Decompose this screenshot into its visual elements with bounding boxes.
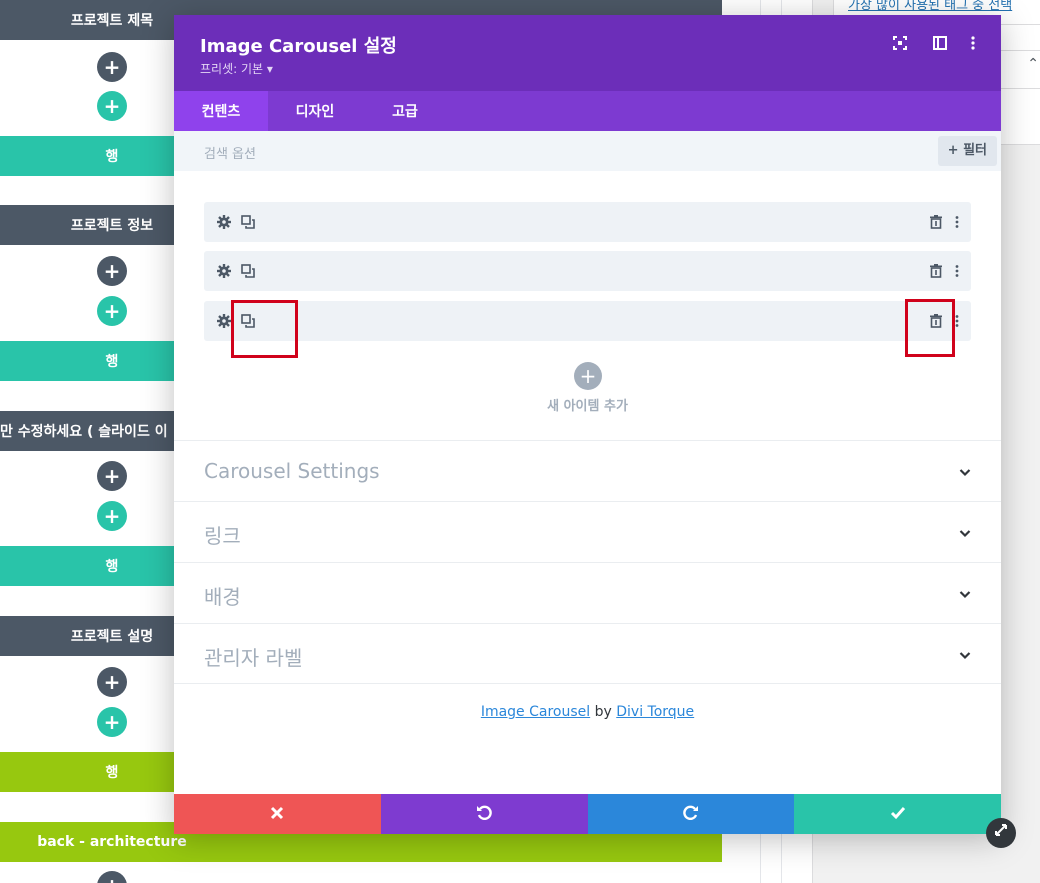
trash-icon[interactable] [928, 263, 944, 279]
tab-advanced[interactable]: 고급 [362, 91, 448, 131]
author-link[interactable]: Divi Torque [616, 704, 694, 720]
most-used-tags-link[interactable]: 가장 많이 사용된 태그 중 선택 [848, 0, 1012, 13]
chevron-up-icon[interactable]: ⌃ [1027, 56, 1039, 72]
duplicate-icon[interactable] [240, 263, 256, 279]
duplicate-icon[interactable] [240, 214, 256, 230]
add-module-button[interactable]: + [97, 52, 127, 82]
redo-icon [683, 804, 699, 825]
trash-icon[interactable] [928, 214, 944, 230]
toggle-link[interactable]: 링크 [174, 501, 1001, 562]
section-title: 관리자 라벨 [204, 646, 303, 670]
plugin-link[interactable]: Image Carousel [481, 704, 590, 720]
save-button[interactable] [794, 794, 1001, 834]
add-row-button[interactable]: + [97, 296, 127, 326]
tab-content[interactable]: 컨텐츠 [174, 91, 268, 131]
close-icon [270, 804, 284, 825]
carousel-item-row[interactable] [204, 202, 971, 242]
plugin-credit: Image Carousel by Divi Torque [174, 704, 1001, 720]
section-title: 링크 [204, 524, 241, 548]
snap-sidebar-icon[interactable] [932, 35, 948, 51]
add-module-button[interactable]: + [97, 667, 127, 697]
add-module-button[interactable]: + [97, 461, 127, 491]
toggle-background[interactable]: 배경 [174, 562, 1001, 623]
discard-button[interactable] [174, 794, 381, 834]
redo-button[interactable] [587, 794, 795, 834]
search-options-input[interactable]: 검색 옵션 [204, 143, 256, 162]
add-row-button[interactable]: + [97, 707, 127, 737]
section-bar-label: back - architecture [37, 834, 187, 850]
undo-button[interactable] [380, 794, 588, 834]
more-options-icon[interactable] [949, 214, 965, 230]
search-options-bar: 검색 옵션 + 필터 [174, 131, 1001, 171]
add-module-button[interactable]: + [97, 256, 127, 286]
carousel-item-row[interactable] [204, 251, 971, 291]
more-options-icon[interactable] [949, 263, 965, 279]
annotation-highlight-box [231, 300, 298, 358]
add-row-button[interactable]: + [97, 91, 127, 121]
fullscreen-icon[interactable] [892, 35, 908, 51]
more-options-icon[interactable] [965, 35, 981, 51]
filter-button[interactable]: + 필터 [937, 136, 997, 166]
undo-icon [476, 804, 492, 825]
gear-icon[interactable] [216, 263, 232, 279]
settings-tabs: 컨텐츠 디자인 고급 [174, 91, 1001, 131]
chevron-down-icon [959, 524, 971, 538]
toggle-carousel-settings[interactable]: Carousel Settings [174, 440, 1001, 501]
plus-icon: + [947, 143, 964, 158]
gear-icon[interactable] [216, 214, 232, 230]
add-module-button[interactable]: + [97, 871, 127, 883]
add-item-label[interactable]: 새 아이템 추가 [174, 395, 1001, 414]
add-item-button[interactable]: + [574, 362, 602, 390]
chevron-down-icon [959, 646, 971, 660]
modal-title: Image Carousel 설정 [200, 36, 397, 57]
module-settings-modal: Image Carousel 설정 프리셋: 기본 ▾ 컨텐츠 디자인 고급 검… [174, 15, 1001, 834]
modal-footer [174, 794, 1001, 834]
gear-icon[interactable] [216, 313, 232, 329]
preset-dropdown[interactable]: 프리셋: 기본 ▾ [200, 60, 273, 77]
add-row-button[interactable]: + [97, 501, 127, 531]
chevron-down-icon [959, 463, 971, 477]
resize-handle-icon[interactable] [986, 818, 1016, 848]
credit-by: by [594, 704, 612, 720]
filter-label: 필터 [963, 143, 987, 158]
section-title: 배경 [204, 585, 241, 609]
chevron-down-icon [959, 585, 971, 599]
checkmark-icon [890, 804, 906, 825]
toggle-admin-label[interactable]: 관리자 라벨 [174, 623, 1001, 684]
annotation-highlight-box [905, 299, 955, 357]
tab-design[interactable]: 디자인 [268, 91, 362, 131]
carousel-item-row[interactable] [204, 301, 971, 341]
modal-header[interactable]: Image Carousel 설정 프리셋: 기본 ▾ [174, 15, 1001, 91]
section-title: Carousel Settings [204, 459, 380, 483]
